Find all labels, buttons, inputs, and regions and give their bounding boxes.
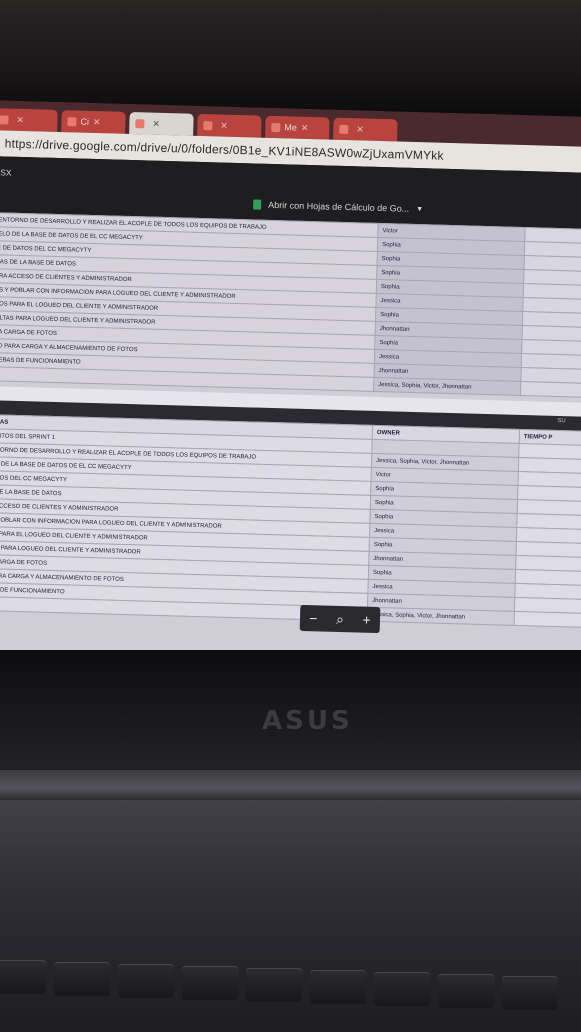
browser-tab[interactable]: Me ✕: [265, 115, 330, 140]
corner-label: SU: [557, 418, 566, 425]
keyboard-key: [118, 964, 174, 998]
keyboard-key: [438, 974, 494, 1008]
browser-tab[interactable]: Ci ✕: [61, 110, 126, 134]
open-with-label: Abrir con Hojas de Cálculo de Go...: [268, 199, 410, 214]
browser-tab[interactable]: ✕: [333, 117, 398, 142]
owner-cell[interactable]: Jessica, Sophia, Victor, Jhonnattan: [367, 607, 515, 626]
chevron-down-icon: ▼: [416, 205, 424, 213]
close-icon[interactable]: ✕: [93, 116, 101, 127]
favicon-icon: [339, 124, 349, 134]
favicon-icon: [0, 114, 9, 125]
favicon-icon: [203, 120, 213, 130]
sheets-icon: [253, 199, 262, 210]
task-table-top: EL ENTORNO DE DESARROLLO Y REALIZAR EL A…: [0, 212, 581, 398]
empty-cell[interactable]: [514, 611, 581, 628]
laptop-screen: ✕ Ci ✕ ✕ ✕ Me ✕ ✕ https://drive.google.com…: [0, 100, 581, 678]
close-icon[interactable]: ✕: [16, 114, 24, 125]
keyboard-key: [0, 960, 46, 994]
laptop-brand-logo: ASUS: [262, 706, 353, 736]
close-icon[interactable]: ✕: [356, 124, 364, 135]
laptop-hinge: [0, 770, 581, 800]
laptop-keyboard-deck: [0, 800, 581, 1032]
favicon-icon: [135, 118, 145, 128]
browser-tab-active[interactable]: ✕: [129, 111, 194, 136]
empty-cell[interactable]: [520, 381, 581, 398]
close-icon[interactable]: ✕: [152, 118, 160, 129]
keyboard-key: [182, 966, 238, 1000]
photo-scene: ✕ Ci ✕ ✕ ✕ Me ✕ ✕ https://drive.google.com…: [0, 0, 581, 1032]
open-with-button[interactable]: Abrir con Hojas de Cálculo de Go... ▼: [253, 199, 423, 214]
file-name: lsx: [0, 166, 12, 179]
close-icon[interactable]: ✕: [220, 120, 228, 131]
keyboard-key: [502, 976, 558, 1010]
zoom-out-button[interactable]: −: [309, 610, 318, 626]
favicon-icon: [67, 116, 77, 126]
zoom-icon[interactable]: ⌕: [336, 610, 344, 627]
keyboard-key: [54, 962, 110, 996]
browser-tab[interactable]: ✕: [197, 113, 262, 138]
spreadsheet-preview: EL ENTORNO DE DESARROLLO Y REALIZAR EL A…: [0, 211, 581, 670]
task-table-bottom: TAREAS OWNER TIEMPO P UMENTOS DEL SPRINT…: [0, 414, 581, 628]
keyboard-key: [310, 970, 366, 1004]
owner-cell[interactable]: Jessica, Sophia, Victor, Jhonnattan: [373, 377, 521, 396]
zoom-controls: − ⌕ +: [299, 604, 381, 634]
keyboard-key: [374, 972, 430, 1006]
zoom-in-button[interactable]: +: [362, 612, 371, 628]
browser-tab[interactable]: ✕: [0, 108, 58, 132]
close-icon[interactable]: ✕: [301, 122, 309, 133]
keyboard-key: [246, 968, 302, 1002]
favicon-icon: [271, 122, 281, 132]
